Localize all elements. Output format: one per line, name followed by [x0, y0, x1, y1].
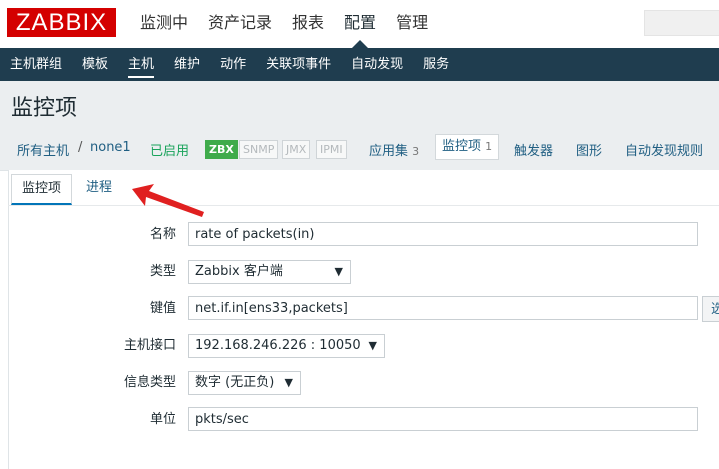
top-menu: 监测中 资产记录 报表 配置 管理 — [140, 0, 448, 48]
interface-select[interactable]: 192.168.246.226 : 10050 ▼ — [188, 334, 385, 358]
breadcrumb-graphs[interactable]: 图形 — [576, 140, 602, 159]
interface-label: 主机接口 — [123, 338, 176, 353]
breadcrumb-all-hosts[interactable]: 所有主机 — [17, 140, 69, 159]
breadcrumb: 所有主机 / none1 已启用 ZBX SNMP JMX IPMI 应用集 3… — [0, 126, 719, 171]
submenu-host-groups[interactable]: 主机群组 — [0, 48, 72, 81]
type-row: 类型 Zabbix 客户端 ▼ — [0, 258, 719, 286]
red-arrow-icon — [132, 184, 204, 217]
top-bar: ZABBIX 监测中 资产记录 报表 配置 管理 — [0, 0, 719, 48]
host-status-enabled[interactable]: 已启用 — [150, 140, 189, 159]
badge-zbx: ZBX — [205, 140, 238, 159]
submenu-actions[interactable]: 动作 — [210, 48, 256, 81]
key-select-button[interactable]: 选 — [702, 296, 719, 322]
top-menu-configuration[interactable]: 配置 — [344, 0, 376, 48]
submenu-event-correlation[interactable]: 关联项事件 — [256, 48, 341, 81]
top-menu-inventory[interactable]: 资产记录 — [208, 0, 272, 48]
items-count: 1 — [485, 140, 493, 153]
submenu-services[interactable]: 服务 — [413, 48, 459, 81]
name-row: 名称 rate of packets(in) — [0, 221, 719, 249]
interface-row: 主机接口 192.168.246.226 : 10050 ▼ — [0, 332, 719, 360]
key-label: 键值 — [149, 301, 176, 316]
type-select[interactable]: Zabbix 客户端 ▼ — [188, 260, 351, 284]
top-menu-administration[interactable]: 管理 — [396, 0, 428, 48]
page-header — [0, 81, 719, 126]
badge-ipmi: IPMI — [316, 140, 347, 159]
units-input[interactable]: pkts/sec — [188, 407, 698, 431]
breadcrumb-host[interactable]: none1 — [90, 140, 131, 155]
badge-snmp: SNMP — [239, 140, 279, 159]
breadcrumb-applications[interactable]: 应用集 3 — [369, 140, 419, 159]
badge-jmx: JMX — [282, 140, 311, 159]
search-input[interactable] — [644, 10, 719, 36]
submenu-templates[interactable]: 模板 — [72, 48, 118, 81]
breadcrumb-triggers[interactable]: 触发器 — [514, 140, 553, 159]
info-type-select[interactable]: 数字 (无正负) ▼ — [188, 371, 301, 395]
units-label: 单位 — [149, 412, 176, 427]
page-title: 监控项 — [11, 96, 78, 121]
sub-menu: 主机群组 模板 主机 维护 动作 关联项事件 自动发现 服务 — [0, 48, 719, 81]
name-input[interactable]: rate of packets(in) — [188, 222, 698, 246]
units-row: 单位 pkts/sec — [0, 406, 719, 434]
breadcrumb-items[interactable]: 监控项 1 — [435, 134, 500, 160]
info-type-value: 数字 (无正负) — [195, 375, 275, 390]
tab-preprocessing[interactable]: 进程 — [76, 174, 122, 202]
applications-label: 应用集 — [369, 144, 409, 159]
key-row: 键值 net.if.in[ens33,packets] — [0, 295, 719, 323]
interface-value: 192.168.246.226 : 10050 — [195, 338, 361, 353]
items-label: 监控项 — [442, 139, 482, 154]
caret-down-icon: ▼ — [368, 339, 377, 352]
top-menu-monitoring[interactable]: 监测中 — [140, 0, 188, 48]
applications-count: 3 — [412, 145, 420, 158]
type-value: Zabbix 客户端 — [195, 264, 283, 279]
info-type-row: 信息类型 数字 (无正负) ▼ — [0, 369, 719, 397]
zabbix-logo[interactable]: ZABBIX — [7, 8, 116, 37]
submenu-hosts[interactable]: 主机 — [118, 48, 164, 81]
top-menu-reports[interactable]: 报表 — [292, 0, 324, 48]
breadcrumb-separator: / — [78, 140, 83, 155]
caret-down-icon: ▼ — [334, 265, 343, 278]
submenu-discovery[interactable]: 自动发现 — [341, 48, 413, 81]
key-input[interactable]: net.if.in[ens33,packets] — [188, 296, 698, 320]
submenu-maintenance[interactable]: 维护 — [164, 48, 210, 81]
breadcrumb-discovery-rules[interactable]: 自动发现规则 — [625, 140, 703, 159]
type-label: 类型 — [149, 264, 176, 279]
info-type-label: 信息类型 — [123, 375, 176, 390]
tab-item[interactable]: 监控项 — [11, 174, 73, 205]
caret-down-icon: ▼ — [284, 376, 293, 389]
name-label: 名称 — [149, 227, 176, 242]
